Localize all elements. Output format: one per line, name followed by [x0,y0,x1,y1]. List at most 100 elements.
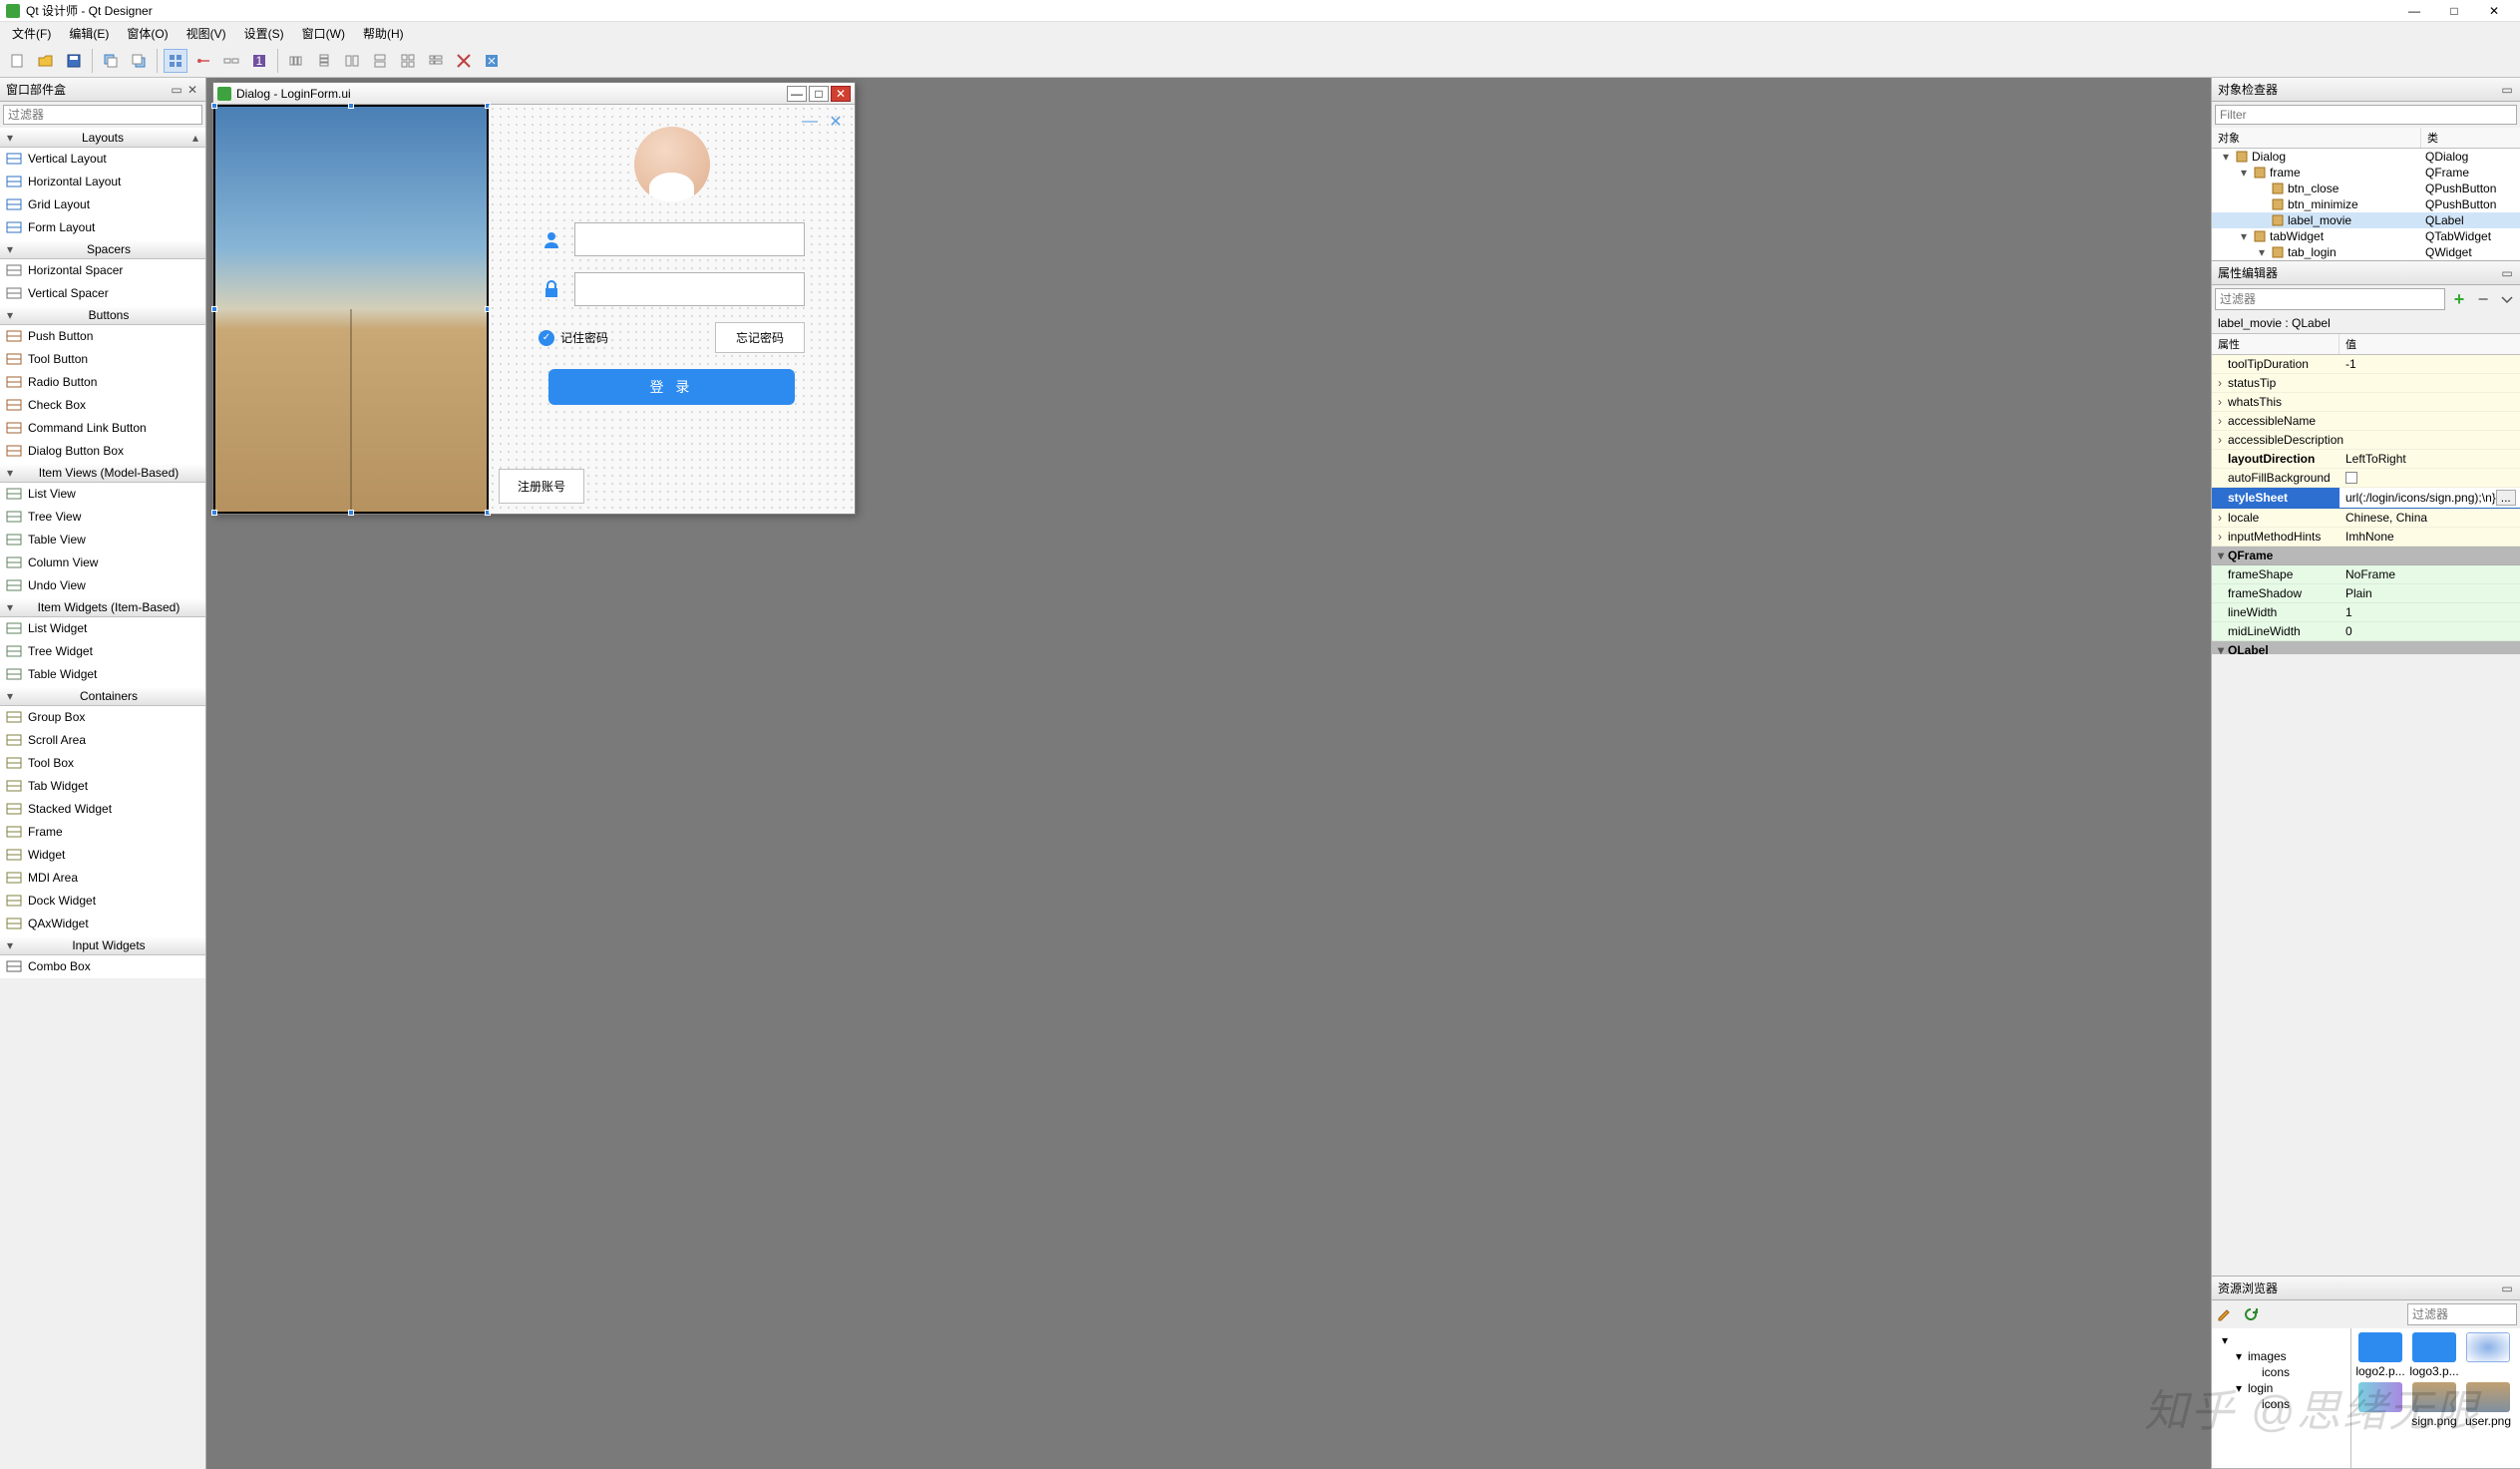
send-back-button[interactable] [99,49,123,73]
resource-thumb[interactable]: logo3.p... [2409,1332,2459,1378]
widget-table-widget[interactable]: Table Widget [0,663,205,686]
layout-horiz-button[interactable] [284,49,308,73]
widget-column-view[interactable]: Column View [0,551,205,574]
add-property-button[interactable]: + [2449,289,2469,309]
widget-list-view[interactable]: List View [0,483,205,506]
menu-h[interactable]: 帮助(H) [355,23,412,44]
layout-vsplit-button[interactable] [368,49,392,73]
edit-signals-button[interactable] [191,49,215,73]
edit-buddies-button[interactable] [219,49,243,73]
break-layout-button[interactable] [452,49,476,73]
widget-widget[interactable]: Widget [0,844,205,867]
widget-undo-view[interactable]: Undo View [0,574,205,597]
menu-f[interactable]: 文件(F) [4,23,59,44]
widget-frame[interactable]: Frame [0,821,205,844]
widget-vertical-layout[interactable]: Vertical Layout [0,148,205,171]
remove-property-button[interactable]: − [2473,289,2493,309]
resource-node-resourceroot[interactable]: ▾ [2212,1332,2350,1348]
widget-box-filter[interactable] [3,105,202,125]
form-close-button[interactable]: ✕ [831,86,851,102]
object-row-btn_minimize[interactable]: btn_minimizeQPushButton [2212,196,2520,212]
new-form-button[interactable] [6,49,30,73]
widget-combo-box[interactable]: Combo Box [0,955,205,978]
class-col-header[interactable]: 类 [2421,128,2520,148]
menu-o[interactable]: 窗体(O) [119,23,176,44]
category-spacers[interactable]: ▾Spacers [0,239,205,259]
layout-form-button[interactable] [424,49,448,73]
widget-vertical-spacer[interactable]: Vertical Spacer [0,282,205,305]
save-form-button[interactable] [62,49,86,73]
category-layouts[interactable]: ▾Layouts▴ [0,128,205,148]
widget-tree-view[interactable]: Tree View [0,506,205,529]
widget-form-layout[interactable]: Form Layout [0,216,205,239]
forgot-password-button[interactable]: 忘记密码 [715,322,805,353]
password-input[interactable] [574,272,805,306]
adjust-size-button[interactable] [480,49,504,73]
category-input-widgets[interactable]: ▾Input Widgets [0,935,205,955]
prop-row-autoFillBackground[interactable]: autoFillBackground [2212,469,2520,488]
object-inspector-filter[interactable] [2215,105,2517,125]
login-button[interactable]: 登 录 [548,369,795,405]
widget-grid-layout[interactable]: Grid Layout [0,193,205,216]
edit-widgets-button[interactable] [164,49,187,73]
window-maximize-button[interactable]: □ [2434,0,2474,22]
category-item-views-model-based-[interactable]: ▾Item Views (Model-Based) [0,463,205,483]
layout-hsplit-button[interactable] [340,49,364,73]
open-form-button[interactable] [34,49,58,73]
layout-grid-button[interactable] [396,49,420,73]
widget-horizontal-layout[interactable]: Horizontal Layout [0,171,205,193]
menu-w[interactable]: 窗口(W) [294,23,353,44]
widget-tool-button[interactable]: Tool Button [0,348,205,371]
resource-thumb[interactable]: user.png [2463,1382,2513,1428]
menu-e[interactable]: 编辑(E) [61,23,117,44]
layout-vert-button[interactable] [312,49,336,73]
widget-check-box[interactable]: Check Box [0,394,205,417]
object-row-label_movie[interactable]: label_movieQLabel [2212,212,2520,228]
widget-horizontal-spacer[interactable]: Horizontal Spacer [0,259,205,282]
remember-checkbox[interactable]: ✓ [539,330,554,346]
edit-taborder-button[interactable]: 1 [247,49,271,73]
window-minimize-button[interactable]: — [2394,0,2434,22]
resource-thumb[interactable]: logo2.p... [2355,1332,2405,1378]
widget-group-box[interactable]: Group Box [0,706,205,729]
resource-node-icons[interactable]: icons [2212,1396,2350,1412]
prop-col-header[interactable]: 属性 [2212,334,2340,354]
widget-stacked-widget[interactable]: Stacked Widget [0,798,205,821]
prop-row-inputMethodHints[interactable]: ›inputMethodHintsImhNone [2212,528,2520,547]
resource-node-images[interactable]: ▾images [2212,1348,2350,1364]
menu-s[interactable]: 设置(S) [236,23,292,44]
register-button[interactable]: 注册账号 [499,469,584,504]
edit-resources-button[interactable] [2215,1304,2235,1324]
category-item-widgets-item-based-[interactable]: ▾Item Widgets (Item-Based) [0,597,205,617]
prop-row-accessibleName[interactable]: ›accessibleName [2212,412,2520,431]
design-canvas[interactable]: Dialog - LoginForm.ui — □ ✕ [206,78,2211,1469]
dock-float-button[interactable]: ▭ [170,83,183,97]
reload-resources-button[interactable] [2241,1304,2261,1324]
resource-thumb[interactable] [2355,1382,2405,1428]
property-editor-float[interactable]: ▭ [2500,266,2514,280]
widget-radio-button[interactable]: Radio Button [0,371,205,394]
widget-push-button[interactable]: Push Button [0,325,205,348]
resource-browser-float[interactable]: ▭ [2500,1282,2514,1295]
widget-dialog-button-box[interactable]: Dialog Button Box [0,440,205,463]
object-row-Dialog[interactable]: ▾DialogQDialog [2212,149,2520,165]
widget-tab-widget[interactable]: Tab Widget [0,775,205,798]
form-titlebar[interactable]: Dialog - LoginForm.ui — □ ✕ [213,83,855,105]
username-input[interactable] [574,222,805,256]
prop-row-midLineWidth[interactable]: midLineWidth0 [2212,622,2520,641]
btn-minimize[interactable]: — [801,113,819,131]
resource-node-icons[interactable]: icons [2212,1364,2350,1380]
widget-command-link-button[interactable]: Command Link Button [0,417,205,440]
widget-qaxwidget[interactable]: QAxWidget [0,913,205,935]
form-window[interactable]: Dialog - LoginForm.ui — □ ✕ [212,82,856,515]
prop-row-accessibleDescription[interactable]: ›accessibleDescription [2212,431,2520,450]
object-row-tab_login[interactable]: ▾tab_loginQWidget [2212,244,2520,260]
object-row-frame[interactable]: ▾frameQFrame [2212,165,2520,181]
category-buttons[interactable]: ▾Buttons [0,305,205,325]
value-col-header[interactable]: 值 [2340,334,2520,354]
prop-row-frameShape[interactable]: frameShapeNoFrame [2212,565,2520,584]
resource-thumb[interactable]: sign.png [2409,1382,2459,1428]
widget-scroll-area[interactable]: Scroll Area [0,729,205,752]
property-filter[interactable] [2215,288,2445,310]
object-inspector-float[interactable]: ▭ [2500,83,2514,97]
